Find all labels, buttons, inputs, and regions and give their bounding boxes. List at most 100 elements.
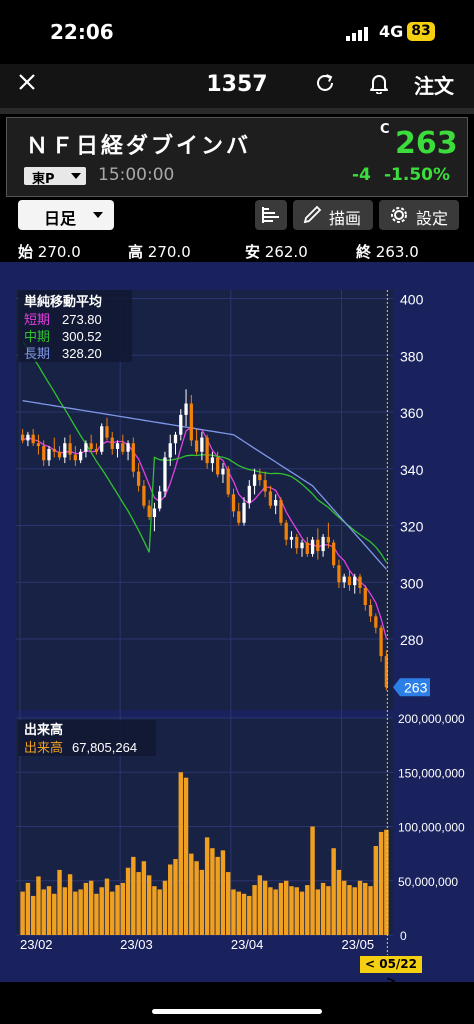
volume-bar <box>299 891 305 935</box>
volume-bar <box>220 850 226 935</box>
volume-bar <box>231 889 236 935</box>
ma-legend-value: 273.80 <box>62 312 102 327</box>
volume-bar <box>305 885 310 935</box>
volume-bar <box>215 856 220 935</box>
candle-body <box>326 536 331 543</box>
cursor-date-badge[interactable]: < 05/22 > <box>360 956 422 988</box>
candle-body <box>310 539 315 554</box>
ohlc-close: 終 263.0 <box>356 243 419 261</box>
volume-bar <box>268 887 273 935</box>
chart-area[interactable]: 400 380 360 340 320 300 280 200,000,000 150,000,… <box>0 262 474 982</box>
candle-body <box>321 536 325 552</box>
candle-body <box>73 454 77 461</box>
volume-bar <box>341 880 347 935</box>
candle-body <box>231 494 236 512</box>
refresh-icon[interactable] <box>314 72 336 94</box>
volume-bar <box>210 848 215 935</box>
candle-body <box>194 440 199 452</box>
market-select-label: 東P <box>32 172 55 187</box>
candle-body <box>84 443 88 452</box>
x-tick-label: 23/02 <box>20 937 53 952</box>
separator <box>0 108 474 114</box>
volume-bar <box>78 889 83 935</box>
volume-tick-label: 200,000,000 <box>398 712 465 726</box>
candle-body <box>205 437 209 464</box>
period-select[interactable]: 日足 <box>18 200 114 230</box>
status-time: 22:06 <box>50 20 114 44</box>
candle-body <box>121 443 125 452</box>
volume-bar <box>62 887 68 935</box>
home-indicator[interactable] <box>152 1009 322 1014</box>
price-tick-label: 360 <box>400 405 424 421</box>
draw-label: 描画 <box>329 209 362 228</box>
draw-button[interactable]: 描画 <box>293 200 373 230</box>
volume-bar <box>252 885 257 935</box>
candle-body <box>42 446 46 461</box>
bottom-area <box>0 982 474 1024</box>
volume-bar <box>204 837 210 935</box>
bell-icon[interactable] <box>368 72 390 94</box>
ohlc-open: 始 270.0 <box>18 243 81 261</box>
volume-bar <box>236 891 241 935</box>
indicator-list-button[interactable] <box>255 200 287 230</box>
volume-bar <box>178 772 183 935</box>
ohlc-high: 高 270.0 <box>128 243 191 261</box>
pencil-icon <box>303 205 322 224</box>
ma-legend-value: 328.20 <box>62 346 102 361</box>
candle-body <box>94 448 99 452</box>
candle-body <box>305 542 309 554</box>
gear-icon <box>391 207 407 223</box>
order-button[interactable]: 注文 <box>414 70 454 99</box>
candle-body <box>36 443 41 447</box>
volume-tick-label: 150,000,000 <box>398 766 465 780</box>
volume-bar <box>20 891 25 935</box>
volume-bar <box>152 886 157 935</box>
volume-bar <box>46 886 52 935</box>
ma-legend-name: 短期 <box>24 312 50 327</box>
candle-body <box>136 471 141 486</box>
candle-body <box>163 457 167 492</box>
candle-body <box>68 443 72 455</box>
current-price-marker: C <box>380 122 390 137</box>
volume-bar <box>99 887 104 935</box>
bars-icon <box>262 207 279 223</box>
candle-body <box>126 443 130 452</box>
candle-body <box>78 451 83 461</box>
volume-bar <box>315 889 321 935</box>
candle-body <box>258 474 262 481</box>
price-tick-label: 340 <box>400 462 424 478</box>
volume-bar <box>262 880 268 935</box>
volume-bar <box>131 856 136 935</box>
volume-bar <box>183 777 189 935</box>
volume-bar <box>347 885 352 935</box>
chevron-down-icon <box>71 173 81 179</box>
volume-bar <box>173 859 178 935</box>
candle-body <box>47 448 51 461</box>
candle-body <box>268 491 273 506</box>
candle-body <box>89 443 93 449</box>
volume-bar <box>41 889 46 935</box>
candle-body <box>142 485 146 506</box>
volume-bar <box>136 872 141 935</box>
candle-body <box>200 437 204 452</box>
candle-body <box>300 542 304 549</box>
volume-bar <box>125 867 131 935</box>
candle-body <box>374 616 378 628</box>
settings-button[interactable]: 設定 <box>379 200 459 230</box>
volume-bar <box>120 882 126 935</box>
candle-body <box>252 474 257 486</box>
candle-body <box>179 414 183 435</box>
network-label: 4G <box>379 22 404 41</box>
volume-bar <box>368 886 373 935</box>
market-select[interactable]: 東P <box>24 167 86 187</box>
volume-bar <box>162 880 168 935</box>
candlestick-chart[interactable]: 400 380 360 340 320 300 280 200,000,000 150,000,… <box>0 262 474 982</box>
ma-legend-title: 単純移動平均 <box>24 294 102 309</box>
stock-name: ＮＦ日経ダブインバ <box>26 134 252 159</box>
volume-bar <box>278 882 284 935</box>
candle-body <box>237 511 241 523</box>
candle-body <box>247 485 251 503</box>
candle-body <box>100 426 104 452</box>
volume-tick-label: 100,000,000 <box>398 821 465 835</box>
period-label: 日足 <box>44 209 77 228</box>
